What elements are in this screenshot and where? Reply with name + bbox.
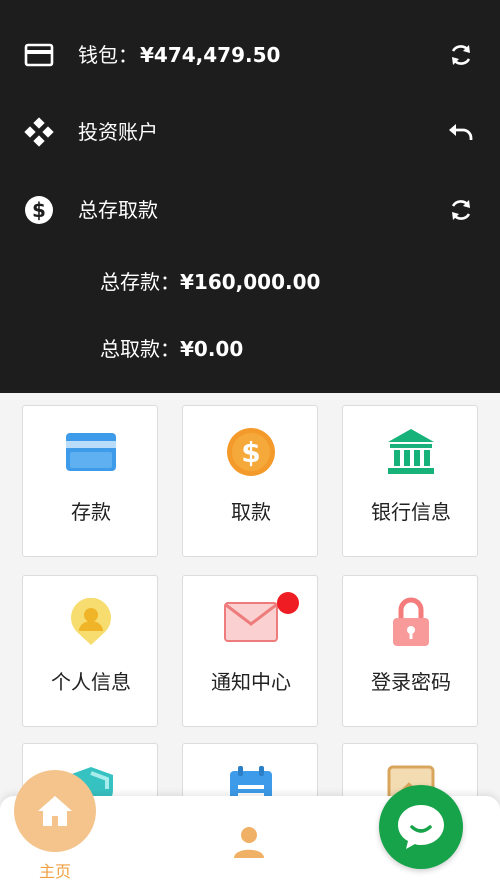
investment-row[interactable]: 投资账户 [0,107,500,157]
home-icon [38,796,72,826]
personal-info-card[interactable]: 个人信息 [22,575,158,727]
totals-label: 总存取款 [78,198,158,222]
gamepad-icon [22,115,56,149]
page: 钱包： ¥474,479.50 投资账户 $ 总存取款 总存款：¥160,000… [0,0,500,896]
withdraw-label: 取款 [231,500,271,524]
deposit-card[interactable]: 存款 [22,405,158,557]
totals-row[interactable]: $ 总存取款 [0,185,500,235]
deposit-label: 存款 [71,500,111,524]
card-icon [23,422,159,482]
wallet-amount: ¥474,479.50 [140,43,281,67]
unread-badge [277,592,299,614]
bank-info-card[interactable]: 银行信息 [342,405,478,557]
bank-icon [343,422,479,482]
chat-support-button[interactable] [379,785,463,869]
user-profile-icon [23,592,159,652]
login-password-label: 登录密码 [371,670,451,694]
svg-text:$: $ [241,436,260,469]
total-deposit-label: 总存款： [100,270,180,294]
undo-icon[interactable] [444,115,478,149]
notification-label: 通知中心 [211,670,291,694]
notification-card[interactable]: 通知中心 [182,575,318,727]
total-withdraw-row: 总取款：¥0.00 [100,336,243,362]
wallet-label-text: 钱包： [78,43,138,67]
login-password-card[interactable]: 登录密码 [342,575,478,727]
investment-label: 投资账户 [78,120,158,144]
user-icon [234,827,264,858]
wallet-card-icon [22,38,56,72]
profile-nav-button[interactable] [226,822,272,862]
bank-info-label: 银行信息 [371,500,451,524]
withdraw-card[interactable]: $ 取款 [182,405,318,557]
refresh-totals-icon[interactable] [444,193,478,227]
home-button[interactable] [14,770,96,852]
total-withdraw-amount: ¥0.00 [180,337,244,361]
svg-text:$: $ [32,198,46,222]
account-panel: 钱包： ¥474,479.50 投资账户 $ 总存取款 总存款：¥160,000… [0,0,500,393]
dollar-coin-icon: $ [183,422,319,482]
total-deposit-amount: ¥160,000.00 [180,270,321,294]
chat-bubble-icon [398,805,444,849]
lock-icon [343,592,479,652]
total-deposit-row: 总存款：¥160,000.00 [100,269,320,295]
wallet-label: 钱包： ¥474,479.50 [78,42,280,68]
wallet-row[interactable]: 钱包： ¥474,479.50 [0,30,500,80]
personal-info-label: 个人信息 [51,670,131,694]
dollar-icon: $ [22,193,56,227]
total-withdraw-label: 总取款： [100,337,180,361]
home-label[interactable]: 主页 [14,858,96,882]
refresh-wallet-icon[interactable] [444,38,478,72]
